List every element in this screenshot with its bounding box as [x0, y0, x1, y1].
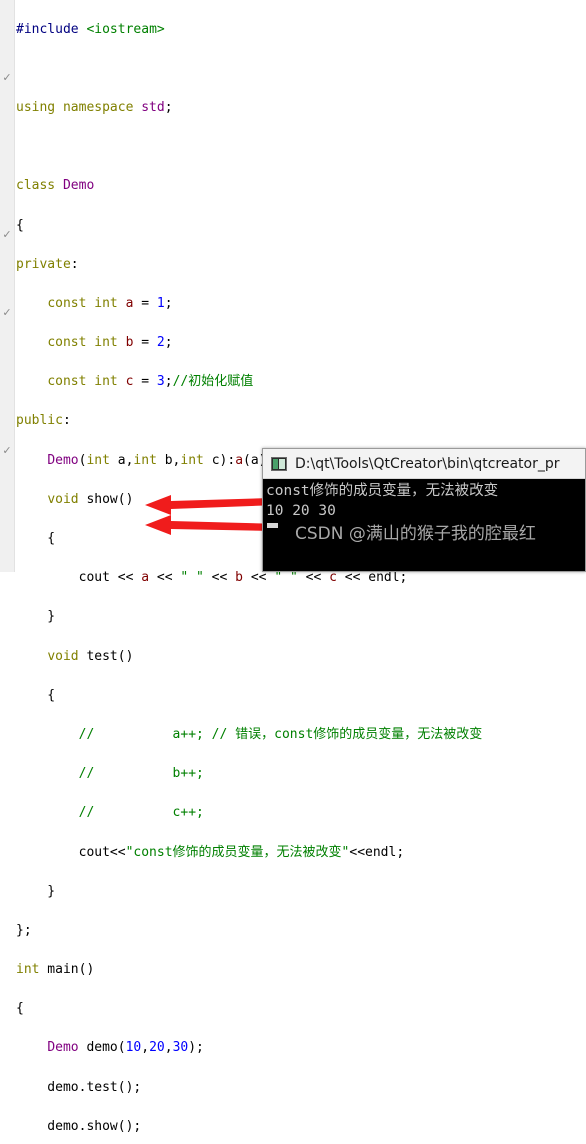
code-line: const int b = 2;: [47, 335, 173, 351]
code-line: cout<<"const修饰的成员变量，无法被改变"<<endl;: [16, 844, 405, 860]
console-block-cursor: [267, 523, 278, 528]
code-line: };: [16, 922, 32, 938]
code-line: int main(): [16, 962, 95, 978]
code-line: void test(): [47, 648, 134, 664]
console-title-text: D:\qt\Tools\QtCreator\bin\qtcreator_pr: [295, 455, 560, 472]
code-line: const int a = 1;: [47, 295, 173, 311]
code-line: class Demo: [16, 178, 95, 194]
csdn-watermark: CSDN @满山的猴子我的腔最红: [295, 524, 536, 544]
fold-marker-void-show[interactable]: ✓: [1, 229, 13, 241]
console-output-area[interactable]: const修饰的成员变量，无法被改变 10 20 30 CSDN @满山的猴子我…: [263, 479, 585, 571]
code-line: {: [16, 1001, 24, 1017]
code-line: }: [16, 609, 56, 625]
code-line: // c++;: [78, 805, 204, 821]
console-title-bar[interactable]: D:\qt\Tools\QtCreator\bin\qtcreator_pr: [263, 449, 585, 479]
code-line: demo.test();: [16, 1079, 142, 1095]
code-line: }: [16, 883, 56, 899]
fold-marker-class-demo[interactable]: ✓: [1, 72, 13, 84]
code-line: {: [16, 217, 24, 233]
console-output-line: 10 20 30: [266, 503, 336, 519]
code-line: Demo demo(10,20,30);: [47, 1040, 204, 1056]
console-window[interactable]: D:\qt\Tools\QtCreator\bin\qtcreator_pr c…: [262, 448, 586, 572]
code-line: demo.show();: [16, 1118, 142, 1134]
source-code-text[interactable]: #include <iostream> using namespace std;…: [16, 0, 586, 1144]
console-output-line: const修饰的成员变量，无法被改变: [266, 483, 499, 499]
code-line: {: [16, 687, 56, 703]
fold-marker-int-main[interactable]: ✓: [1, 445, 13, 457]
code-line: private:: [16, 256, 79, 272]
editor-fold-gutter[interactable]: ✓ ✓ ✓ ✓: [0, 0, 15, 572]
code-line: public:: [16, 413, 71, 429]
code-line: const int c = 3;//初始化赋值: [47, 374, 254, 390]
code-line: using namespace std;: [16, 99, 173, 115]
code-line: #include <iostream>: [16, 21, 165, 37]
fold-marker-void-test[interactable]: ✓: [1, 307, 13, 319]
code-line: // a++; // 错误，const修饰的成员变量，无法被改变: [78, 726, 483, 742]
console-window-icon: [271, 456, 287, 471]
code-line: // b++;: [78, 766, 204, 782]
